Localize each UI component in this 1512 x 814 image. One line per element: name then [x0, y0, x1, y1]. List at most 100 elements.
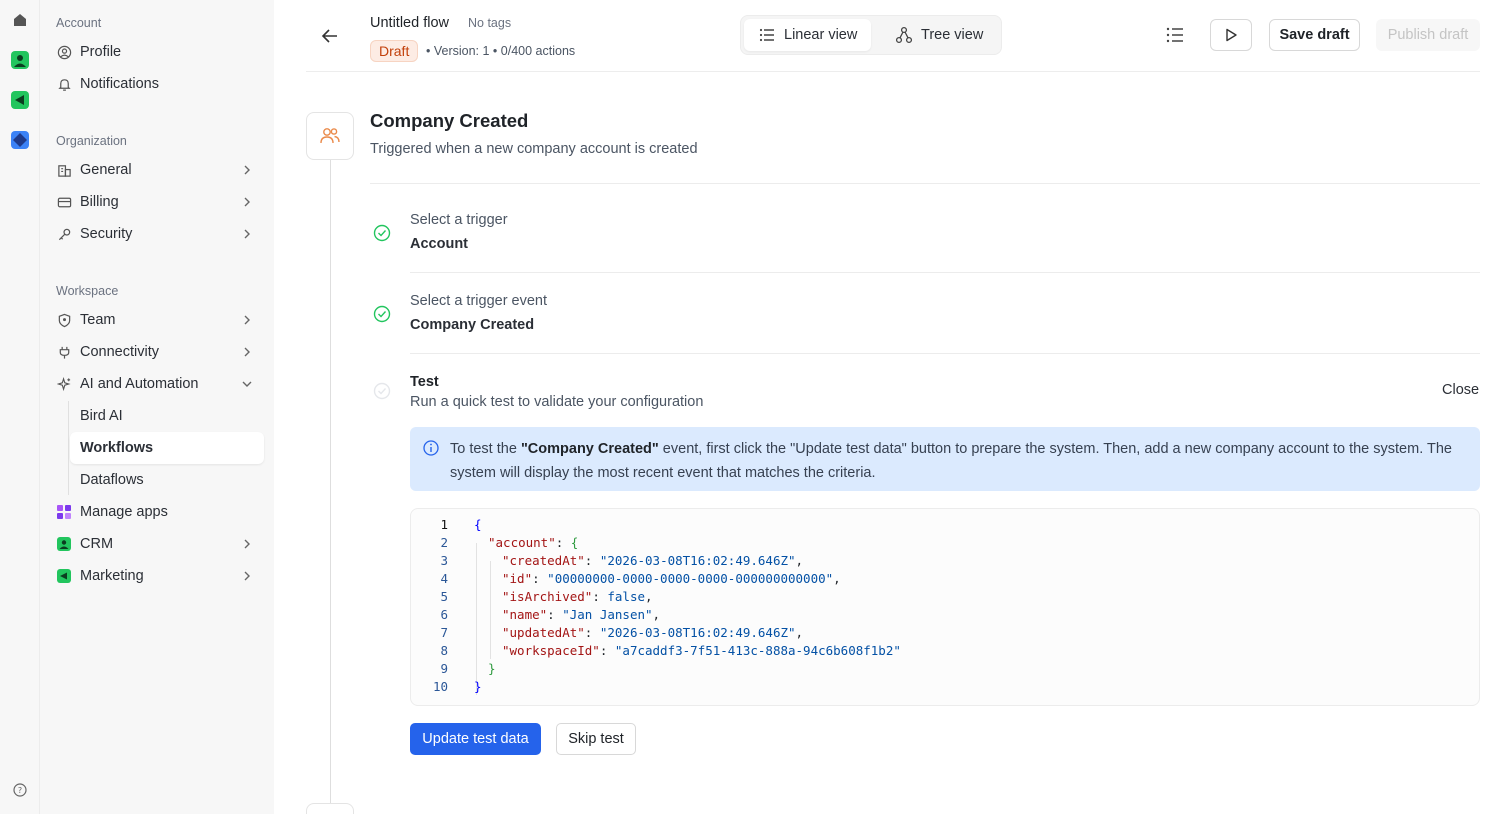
section-label-account: Account [56, 16, 102, 30]
tags-label[interactable]: No tags [468, 16, 511, 30]
pending-check-icon [373, 382, 391, 400]
sidebar-item-ai-automation[interactable]: AI and Automation [50, 368, 264, 400]
sidebar-subitem-bird-ai[interactable]: Bird AI [70, 400, 264, 432]
shield-icon [56, 312, 72, 328]
info-text: To test the "Company Created" event, fir… [450, 437, 1470, 485]
run-button[interactable] [1210, 19, 1252, 51]
list-icon[interactable] [1164, 24, 1186, 46]
linear-view-label: Linear view [784, 27, 858, 43]
tree-icon [895, 26, 913, 44]
credit-card-icon [56, 194, 72, 210]
play-icon [1226, 28, 1237, 42]
trigger-event-label[interactable]: Select a trigger event [410, 293, 547, 309]
sidebar-item-label: Notifications [80, 76, 159, 92]
chevron-right-icon [244, 229, 250, 239]
sidebar-item-connectivity[interactable]: Connectivity [50, 336, 264, 368]
line-number: 2 [440, 535, 448, 550]
sidebar-item-team[interactable]: Team [50, 304, 264, 336]
sidebar-item-security[interactable]: Security [50, 218, 264, 250]
sidebar-item-label: Billing [80, 194, 119, 210]
chevron-right-icon [244, 315, 250, 325]
help-icon[interactable]: ? [10, 780, 30, 800]
sidebar-item-label: General [80, 162, 132, 178]
skip-test-button[interactable]: Skip test [556, 723, 636, 755]
check-circle-icon [373, 305, 391, 323]
line-number: 3 [440, 553, 448, 568]
sidebar-item-crm[interactable]: CRM [50, 528, 264, 560]
sidebar-item-manage-apps[interactable]: Manage apps [50, 496, 264, 528]
line-number: 6 [440, 607, 448, 622]
actions-count: 0/400 actions [500, 44, 576, 58]
info-callout: To test the "Company Created" event, fir… [410, 427, 1480, 491]
apps-grid-icon [56, 504, 72, 520]
separator-dot: • [489, 44, 501, 58]
building-icon [56, 162, 72, 178]
flow-title[interactable]: Untitled flow [370, 15, 449, 31]
bird-app-icon[interactable] [10, 130, 30, 150]
close-test-button[interactable]: Close [1442, 382, 1479, 398]
line-number: 9 [440, 661, 448, 676]
user-circle-icon [56, 44, 72, 60]
divider [410, 353, 1480, 354]
sidebar-item-notifications[interactable]: Notifications [50, 68, 264, 100]
sidebar-subitem-workflows[interactable]: Workflows [70, 432, 264, 464]
sidebar-item-label: CRM [80, 536, 114, 552]
info-text-event: "Company Created" [520, 441, 659, 457]
code-content: } [474, 679, 482, 694]
view-toggle: Linear view Tree view [740, 15, 1002, 55]
editor-header: Untitled flow No tags Draft • Version: 1… [306, 0, 1480, 72]
section-label-organization: Organization [56, 134, 127, 148]
tree-view-label: Tree view [921, 27, 984, 43]
trigger-select-label[interactable]: Select a trigger [410, 212, 508, 228]
sidebar-item-marketing[interactable]: Marketing [50, 560, 264, 592]
users-icon [320, 128, 340, 144]
trigger-select-value[interactable]: Account [410, 236, 468, 252]
save-draft-button[interactable]: Save draft [1269, 19, 1360, 51]
back-arrow-icon[interactable] [318, 24, 342, 48]
sidebar-item-profile[interactable]: Profile [50, 36, 264, 68]
plug-icon [56, 344, 72, 360]
home-icon[interactable] [10, 10, 30, 30]
update-test-data-button[interactable]: Update test data [410, 723, 541, 755]
sidebar-item-label: AI and Automation [80, 376, 199, 392]
code-content: "account": { [488, 535, 579, 550]
chevron-down-icon [242, 381, 252, 387]
marketing-app-icon[interactable] [10, 90, 30, 110]
chevron-right-icon [244, 165, 250, 175]
section-label-workspace: Workspace [56, 284, 119, 298]
crm-icon [56, 536, 72, 552]
sparkle-icon [56, 376, 72, 392]
sidebar-subitem-dataflows[interactable]: Dataflows [70, 464, 264, 496]
flow-connector-line [330, 160, 331, 804]
list-icon [759, 28, 774, 42]
sidebar-item-label: Profile [80, 44, 122, 60]
code-content: "id": "00000000-0000-0000-0000-000000000… [502, 571, 841, 586]
sidebar-item-label: Manage apps [80, 504, 168, 520]
bell-icon [56, 76, 72, 92]
sidebar-item-general[interactable]: General [50, 154, 264, 186]
chevron-right-icon [244, 347, 250, 357]
trigger-step-icon[interactable] [306, 112, 354, 160]
trigger-event-value[interactable]: Company Created [410, 317, 534, 333]
sidebar-item-billing[interactable]: Billing [50, 186, 264, 218]
crm-app-icon[interactable] [10, 50, 30, 70]
line-number: 5 [440, 589, 448, 604]
line-number: 8 [440, 643, 448, 658]
next-step-box[interactable] [306, 803, 354, 814]
linear-view-button[interactable]: Linear view [744, 19, 872, 51]
code-content: } [488, 661, 496, 676]
code-content: "workspaceId": "a7caddf3-7f51-413c-888a-… [502, 643, 901, 658]
test-title: Test [410, 374, 439, 390]
settings-sidebar: Account Profile Notifications Organizati… [40, 0, 274, 814]
chevron-right-icon [244, 197, 250, 207]
info-text-pre: To test the [450, 441, 521, 457]
code-content: "isArchived": false, [502, 589, 653, 604]
code-content: "name": "Jan Jansen", [502, 607, 661, 622]
line-number: 7 [440, 625, 448, 640]
test-data-code-viewer[interactable]: 1 {2 "account": {3 "createdAt": "2026-03-08… [410, 508, 1480, 706]
tree-view-button[interactable]: Tree view [881, 19, 997, 51]
code-content: { [474, 517, 482, 532]
line-number: 10 [432, 679, 448, 694]
divider [370, 183, 1480, 184]
publish-draft-button[interactable]: Publish draft [1376, 19, 1480, 51]
